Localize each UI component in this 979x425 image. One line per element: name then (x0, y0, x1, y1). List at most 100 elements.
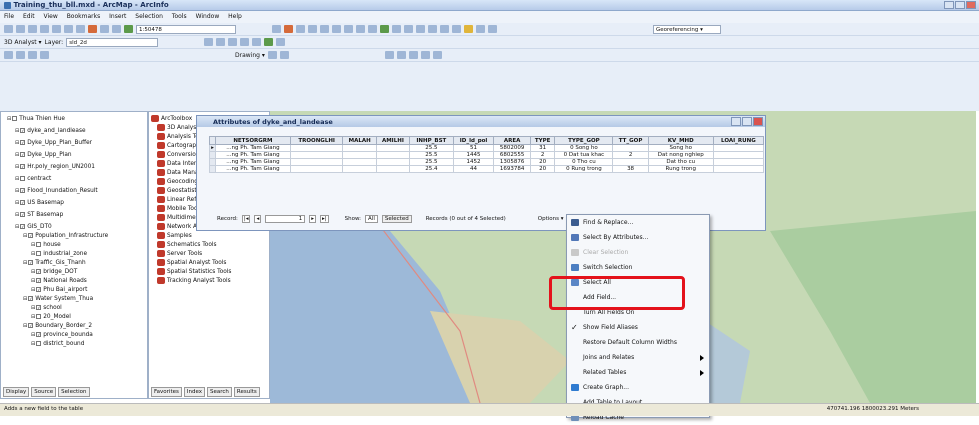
full-extent-icon[interactable] (380, 25, 389, 33)
expand-toggle-icon[interactable]: ⊟ (31, 278, 35, 284)
toc-layer-row[interactable]: ⊟ ✓ Phu Bai_airport (3, 286, 145, 295)
layer-visibility-checkbox[interactable]: ✓ (20, 164, 26, 169)
layer-visibility-checkbox[interactable]: ✓ (28, 323, 34, 328)
layer-visibility-checkbox[interactable]: ✓ (20, 140, 26, 145)
table-cell[interactable]: 44 (452, 165, 495, 173)
expand-toggle-icon[interactable]: ⊟ (23, 233, 27, 239)
new-icon[interactable] (4, 25, 13, 33)
rotate-icon[interactable] (267, 51, 277, 59)
open-icon[interactable] (16, 25, 25, 33)
command-line-icon[interactable] (296, 25, 305, 33)
toc-layer-row[interactable]: ⊟ ✓ Water System_Thua (3, 295, 145, 304)
profile-graph-icon[interactable] (252, 38, 262, 46)
table-row[interactable]: ▸ ...ng Ph. Tam Giang 25.5 51 5802009 31 0 Son… (209, 144, 765, 152)
table-cell[interactable] (612, 144, 649, 152)
menu-item-select-by-attributes[interactable]: Select By Attributes... (567, 230, 709, 245)
table-cell[interactable]: 51 (452, 144, 495, 152)
pan-icon[interactable] (368, 25, 377, 33)
table-cell[interactable]: 25.4 (408, 165, 454, 173)
split-icon[interactable] (408, 51, 418, 59)
identify-icon[interactable] (440, 25, 449, 33)
menu-item-create-graph[interactable]: Create Graph... (567, 380, 709, 395)
table-cell[interactable]: 31 (529, 144, 556, 152)
table-cell[interactable] (342, 158, 377, 166)
map-scale-field[interactable]: 1:50478 (136, 24, 236, 34)
add-data-icon[interactable] (124, 25, 133, 33)
expand-toggle-icon[interactable]: ⊟ (7, 116, 11, 122)
expand-toggle-icon[interactable]: ⊟ (31, 332, 35, 338)
edit-vertices-icon[interactable] (384, 51, 394, 59)
toolbox-item[interactable]: Spatial Analyst Tools (151, 259, 267, 268)
save-icon[interactable] (28, 25, 37, 33)
tab-search[interactable]: Search (207, 387, 232, 397)
hyperlink-icon[interactable] (476, 25, 485, 33)
table-cell[interactable]: ...ng Ph. Tam Giang (215, 165, 291, 173)
help-icon[interactable] (308, 25, 317, 33)
toolbox-item[interactable]: Server Tools (151, 250, 267, 259)
table-cell[interactable]: 1452 (452, 158, 495, 166)
first-record-button[interactable]: |◂ (241, 215, 251, 223)
column-header[interactable]: TYPE (529, 136, 556, 145)
redo-icon[interactable] (112, 25, 121, 33)
column-header[interactable]: TT_GOP (612, 136, 649, 145)
rectangle-icon[interactable] (28, 51, 37, 59)
zoom-in-icon[interactable] (320, 25, 329, 33)
table-cell[interactable]: 20 (529, 165, 556, 173)
delete-icon[interactable] (88, 25, 97, 33)
expand-toggle-icon[interactable]: ⊟ (31, 314, 35, 320)
table-cell[interactable] (712, 158, 765, 166)
show-all-button[interactable]: All (365, 215, 378, 223)
layer-visibility-checkbox[interactable]: ✓ (36, 305, 42, 310)
select-elements-icon[interactable] (428, 25, 437, 33)
tab-results[interactable]: Results (233, 387, 260, 397)
column-header[interactable]: NETSORGRM (215, 136, 291, 145)
toc-layer-row[interactable]: ⊟ district_bound (3, 340, 145, 349)
toc-layer-row[interactable]: ⊟ ✓ bridge_DOT (3, 268, 145, 277)
toc-layer-row[interactable]: ⊟ ✓ National Roads (3, 277, 145, 286)
table-cell[interactable] (289, 158, 344, 166)
tab-source[interactable]: Source (31, 387, 57, 397)
menu-item-switch-selection[interactable]: Switch Selection (567, 260, 709, 275)
menu-item-clear-selection[interactable]: Clear Selection (567, 245, 709, 260)
minimize-button[interactable] (731, 117, 741, 126)
table-cell[interactable]: 0 Song ho (554, 144, 614, 152)
table-cell[interactable] (342, 144, 377, 152)
layer-visibility-checkbox[interactable] (36, 314, 42, 319)
table-cell[interactable]: Song ho (647, 144, 714, 152)
toc-layer-row[interactable]: ⊟ house (3, 241, 145, 250)
line-icon[interactable] (40, 51, 49, 59)
toc-layer-row[interactable]: ⊟ ✓ GIS_DT0 (3, 223, 145, 232)
tab-index[interactable]: Index (183, 387, 206, 397)
layer-visibility-checkbox[interactable] (36, 251, 42, 256)
toc-layer-row[interactable]: ⊟ ✓ Traffic_Gis_Thanh (3, 259, 145, 268)
table-cell[interactable]: 2 (612, 151, 649, 159)
print-icon[interactable] (40, 25, 49, 33)
3d-analyst-menu[interactable]: 3D Analyst ▾ (4, 39, 42, 46)
attributes-icon[interactable] (420, 51, 430, 59)
minimize-button[interactable] (944, 1, 954, 9)
toc-layer-row[interactable]: ⊟ ✓ province_bounda (3, 331, 145, 340)
layer-visibility-checkbox[interactable]: ✓ (20, 224, 26, 229)
table-cell[interactable]: 1445 (452, 151, 495, 159)
last-record-button[interactable]: ▸| (320, 215, 329, 223)
layer-visibility-checkbox[interactable]: ✓ (20, 152, 26, 157)
maximize-button[interactable] (742, 117, 752, 126)
table-cell[interactable] (375, 158, 410, 166)
close-button[interactable] (966, 1, 976, 9)
table-cell[interactable] (289, 151, 344, 159)
fixed-zoom-in-icon[interactable] (344, 25, 353, 33)
toc-layer-row[interactable]: ⊟ centract (3, 175, 145, 184)
table-cell[interactable] (375, 144, 410, 152)
table-cell[interactable]: ...ng Ph. Tam Giang (215, 158, 291, 166)
toc-layer-row[interactable]: ⊟ ✓ school (3, 304, 145, 313)
layer-visibility-checkbox[interactable] (12, 116, 18, 121)
contour-icon[interactable] (216, 38, 226, 46)
toc-layer-row[interactable]: ⊟ industrial_zone (3, 250, 145, 259)
find-icon[interactable] (452, 25, 461, 33)
layer-visibility-checkbox[interactable]: ✓ (20, 188, 26, 193)
toc-layer-row[interactable]: ⊟ 20_Model (3, 313, 145, 322)
table-cell[interactable] (342, 165, 377, 173)
layer-visibility-checkbox[interactable]: ✓ (36, 278, 42, 283)
column-header[interactable]: MALAH (342, 136, 377, 145)
expand-toggle-icon[interactable]: ⊟ (31, 287, 35, 293)
